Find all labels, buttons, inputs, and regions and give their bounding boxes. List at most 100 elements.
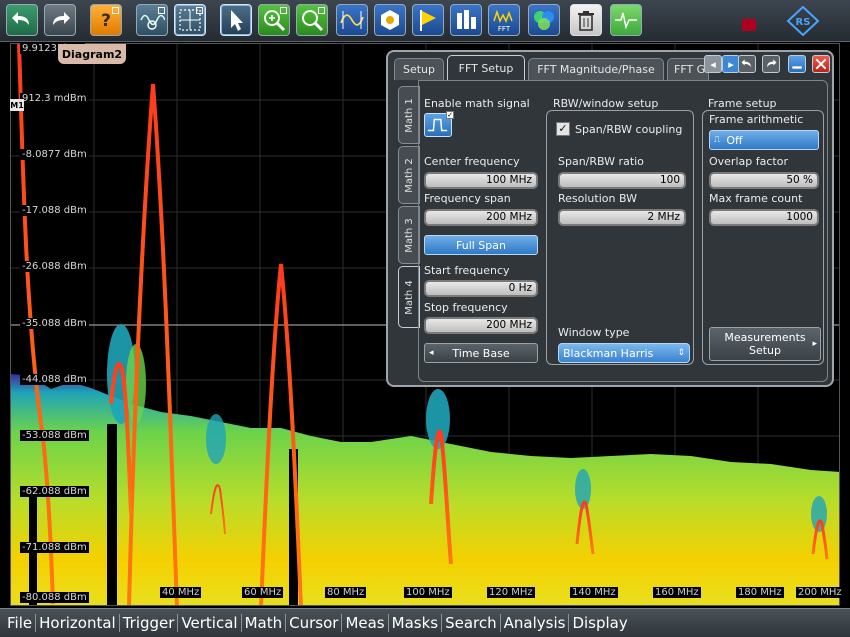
measure-button[interactable] bbox=[336, 4, 368, 36]
x-axis-label: 160 MHz bbox=[653, 587, 701, 598]
menu-display[interactable]: Display bbox=[569, 614, 630, 632]
time-base-label: Time Base bbox=[452, 346, 510, 360]
autoset-button[interactable] bbox=[136, 4, 168, 36]
x-axis-label: 120 MHz bbox=[487, 587, 535, 598]
menu-cursor[interactable]: Cursor bbox=[286, 614, 343, 632]
fft-setup-dialog: Setup FFT Setup FFT Magnitude/Phase FFT … bbox=[386, 50, 834, 387]
x-axis-label: 200 MHz bbox=[796, 587, 844, 598]
frame-arithmetic-value: Off bbox=[726, 133, 743, 147]
start-frequency-field[interactable]: 0 Hz bbox=[424, 280, 538, 297]
hexagon-icon bbox=[381, 10, 399, 30]
menu-file[interactable]: File bbox=[4, 614, 37, 632]
menu-search[interactable]: Search bbox=[442, 614, 501, 632]
redo-arrow-icon bbox=[53, 12, 70, 25]
close-button[interactable] bbox=[812, 55, 830, 73]
frame-arithmetic-label: Frame arithmetic bbox=[709, 113, 804, 126]
center-frequency-label: Center frequency bbox=[424, 155, 520, 168]
tab-math-2[interactable]: Math 2 bbox=[398, 146, 420, 204]
signal-icon bbox=[615, 12, 637, 30]
fft-button[interactable]: FFT bbox=[488, 4, 520, 36]
zoom-button[interactable] bbox=[296, 4, 328, 36]
help-button[interactable]: ? bbox=[90, 4, 122, 36]
y-axis-label: -8.0877 dBm bbox=[20, 149, 89, 160]
span-rbw-ratio-field[interactable]: 100 bbox=[558, 172, 686, 189]
zoom-in-button[interactable] bbox=[258, 4, 290, 36]
menu-horizontal[interactable]: Horizontal bbox=[36, 614, 120, 632]
menu-analysis[interactable]: Analysis bbox=[501, 614, 570, 632]
start-frequency-label: Start frequency bbox=[424, 264, 510, 277]
y-axis-label: -35.088 dBm bbox=[20, 318, 89, 329]
corner-indicator-icon bbox=[196, 7, 203, 14]
search-button[interactable] bbox=[412, 4, 444, 36]
dialog-redo-button[interactable] bbox=[762, 55, 780, 73]
signal-button[interactable] bbox=[610, 4, 642, 36]
measurements-setup-button[interactable]: Measurements Setup ▸ bbox=[709, 327, 821, 361]
corner-indicator-icon bbox=[280, 7, 287, 14]
delete-button[interactable] bbox=[570, 4, 602, 36]
tab-math-4[interactable]: Math 4 bbox=[398, 266, 420, 328]
checkmark-icon: ✓ bbox=[446, 111, 454, 119]
marker-label: M1 bbox=[10, 99, 24, 111]
tab-fft-magnitude-phase[interactable]: FFT Magnitude/Phase bbox=[528, 58, 664, 80]
x-axis-label: 180 MHz bbox=[736, 587, 784, 598]
frame-setup-title: Frame setup bbox=[708, 97, 777, 110]
gap bbox=[107, 424, 117, 605]
max-frame-count-field[interactable]: 1000 bbox=[709, 209, 819, 226]
minimize-button[interactable] bbox=[788, 55, 806, 73]
layout-button[interactable] bbox=[174, 4, 206, 36]
y-axis-label: -53.088 dBm bbox=[20, 430, 89, 441]
tab-math-3[interactable]: Math 3 bbox=[398, 206, 420, 264]
max-frame-count-label: Max frame count bbox=[709, 192, 803, 205]
spectrum-button[interactable] bbox=[528, 4, 560, 36]
frequency-span-field[interactable]: 200 MHz bbox=[424, 209, 538, 226]
tab-fft-gating[interactable]: FFT G bbox=[667, 58, 709, 80]
frame-arithmetic-select[interactable]: ⎍ Off bbox=[709, 130, 819, 150]
close-icon bbox=[815, 58, 827, 70]
menu-meas[interactable]: Meas bbox=[342, 614, 389, 632]
histogram-button[interactable] bbox=[450, 4, 482, 36]
undo-arrow-icon bbox=[12, 12, 29, 25]
menu-trigger[interactable]: Trigger bbox=[120, 614, 179, 632]
tab-setup[interactable]: Setup bbox=[394, 58, 444, 80]
x-axis-label: 80 MHz bbox=[325, 587, 367, 598]
window-type-value: Blackman Harris bbox=[563, 346, 654, 360]
undo-button[interactable] bbox=[6, 4, 38, 36]
menu-masks[interactable]: Masks bbox=[389, 614, 443, 632]
frame-icon: ⎍ bbox=[714, 135, 721, 145]
enable-math-toggle[interactable]: ✓ bbox=[424, 111, 454, 137]
window-type-select[interactable]: Blackman Harris ⇕ bbox=[558, 343, 690, 363]
resolution-bw-field[interactable]: 2 MHz bbox=[558, 209, 686, 226]
span-rbw-ratio-label: Span/RBW ratio bbox=[558, 155, 644, 168]
menu-math[interactable]: Math bbox=[242, 614, 287, 632]
minimize-icon bbox=[792, 66, 802, 69]
full-span-button[interactable]: Full Span bbox=[424, 235, 538, 255]
menu-vertical[interactable]: Vertical bbox=[178, 614, 242, 632]
persistence-bump bbox=[811, 496, 827, 532]
corner-indicator-icon bbox=[112, 7, 119, 14]
fft-setup-content: Enable math signal ✓ Center frequency 10… bbox=[418, 80, 828, 382]
mask-button[interactable] bbox=[374, 4, 406, 36]
trash-icon bbox=[578, 11, 594, 31]
overlap-factor-field[interactable]: 50 % bbox=[709, 172, 819, 189]
x-axis-label: 140 MHz bbox=[570, 587, 618, 598]
dialog-undo-button[interactable] bbox=[738, 55, 756, 73]
svg-text:RS: RS bbox=[796, 17, 811, 28]
span-rbw-coupling-checkbox[interactable]: ✓ bbox=[556, 122, 570, 136]
diagram-tab[interactable]: Diagram2 bbox=[58, 44, 126, 64]
x-axis-label: 100 MHz bbox=[404, 587, 452, 598]
tab-label: Math 4 bbox=[403, 279, 415, 315]
pointer-icon bbox=[231, 10, 243, 31]
redo-button[interactable] bbox=[44, 4, 76, 36]
y-axis-label: -71.088 dBm bbox=[20, 542, 89, 553]
measurements-setup-label: Measurements Setup bbox=[724, 331, 806, 357]
tab-fft-setup[interactable]: FFT Setup bbox=[447, 55, 525, 80]
time-base-button[interactable]: ◂ Time Base bbox=[424, 343, 538, 363]
window-type-label: Window type bbox=[558, 326, 630, 339]
tab-scroll-left-button[interactable]: ◂ bbox=[704, 55, 722, 73]
tab-label: Math 1 bbox=[403, 97, 415, 133]
tab-math-1[interactable]: Math 1 bbox=[398, 86, 420, 144]
pointer-button[interactable] bbox=[220, 4, 252, 36]
center-frequency-field[interactable]: 100 MHz bbox=[424, 172, 538, 189]
overlap-factor-label: Overlap factor bbox=[709, 155, 788, 168]
stop-frequency-field[interactable]: 200 MHz bbox=[424, 317, 538, 334]
